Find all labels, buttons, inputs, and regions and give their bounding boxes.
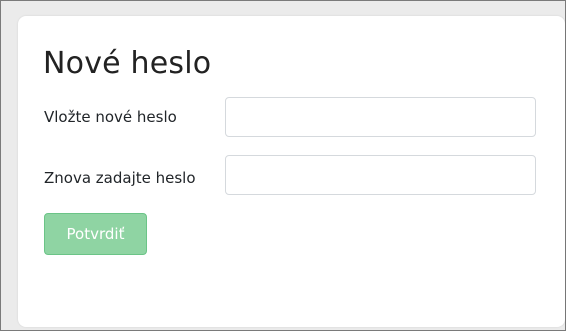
repeat-password-input[interactable] — [225, 155, 536, 195]
password-card: Nové heslo Vložte nové heslo Znova zadaj… — [18, 16, 565, 327]
page-title: Nové heslo — [43, 46, 212, 81]
browser-frame: Nové heslo Vložte nové heslo Znova zadaj… — [0, 0, 566, 331]
new-password-input[interactable] — [225, 97, 536, 137]
repeat-password-label: Znova zadajte heslo — [44, 169, 196, 187]
new-password-label: Vložte nové heslo — [44, 108, 177, 126]
confirm-button[interactable]: Potvrdiť — [44, 213, 147, 255]
